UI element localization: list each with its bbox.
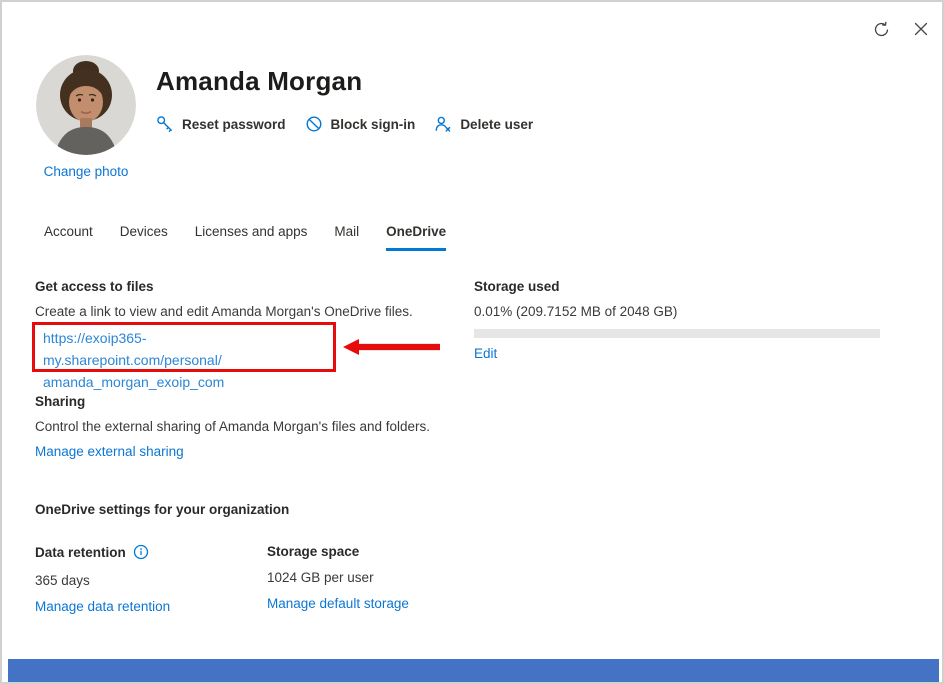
tab-onedrive[interactable]: OneDrive	[375, 216, 457, 251]
avatar	[36, 55, 136, 155]
onedrive-url-link[interactable]: https://exoip365-my.sharepoint.com/perso…	[43, 327, 325, 393]
change-photo-link[interactable]: Change photo	[44, 164, 129, 179]
person-delete-icon	[434, 115, 452, 133]
data-retention-value: 365 days	[35, 573, 90, 588]
sharing-heading: Sharing	[35, 394, 86, 409]
close-icon[interactable]	[908, 16, 934, 42]
user-action-bar: Reset password Block sign-in Delete user	[154, 113, 535, 135]
info-icon[interactable]	[133, 544, 149, 560]
manage-data-retention-link[interactable]: Manage data retention	[35, 599, 170, 614]
storage-progress-bar	[474, 329, 880, 338]
storage-used-heading: Storage used	[474, 279, 560, 294]
manage-external-sharing-link[interactable]: Manage external sharing	[35, 444, 184, 459]
manage-default-storage-link[interactable]: Manage default storage	[267, 596, 409, 611]
window-controls	[868, 16, 934, 42]
avatar-block: Change photo	[36, 55, 136, 181]
storage-space-label: Storage space	[267, 544, 360, 559]
edit-storage-link[interactable]: Edit	[474, 346, 497, 361]
red-highlight-box: https://exoip365-my.sharepoint.com/perso…	[32, 322, 336, 390]
delete-user-button[interactable]: Delete user	[432, 113, 535, 135]
tab-bar: Account Devices Licenses and apps Mail O…	[33, 216, 457, 251]
red-arrow-left-icon	[343, 337, 440, 357]
org-settings-heading: OneDrive settings for your organization	[35, 502, 290, 517]
tab-licenses-and-apps[interactable]: Licenses and apps	[184, 216, 319, 251]
data-retention-label-row: Data retention	[35, 544, 149, 560]
tab-account[interactable]: Account	[33, 216, 104, 251]
action-label: Reset password	[182, 116, 286, 132]
refresh-icon[interactable]	[868, 16, 894, 42]
reset-password-button[interactable]: Reset password	[154, 113, 288, 135]
storage-space-value: 1024 GB per user	[267, 570, 374, 585]
user-flyout-panel: Change photo Amanda Morgan Reset passwor…	[0, 0, 944, 684]
data-retention-label: Data retention	[35, 544, 126, 560]
get-access-heading: Get access to files	[35, 279, 154, 294]
key-icon	[156, 115, 174, 133]
action-label: Delete user	[460, 116, 534, 132]
get-access-description: Create a link to view and edit Amanda Mo…	[35, 304, 413, 319]
storage-used-value: 0.01% (209.7152 MB of 2048 GB)	[474, 304, 678, 319]
tab-mail[interactable]: Mail	[323, 216, 370, 251]
block-icon	[305, 115, 323, 133]
bottom-blue-bar	[8, 659, 939, 682]
block-sign-in-button[interactable]: Block sign-in	[303, 113, 418, 135]
tab-devices[interactable]: Devices	[109, 216, 179, 251]
sharing-description: Control the external sharing of Amanda M…	[35, 419, 431, 434]
action-label: Block sign-in	[330, 116, 416, 132]
page-title: Amanda Morgan	[156, 66, 363, 96]
